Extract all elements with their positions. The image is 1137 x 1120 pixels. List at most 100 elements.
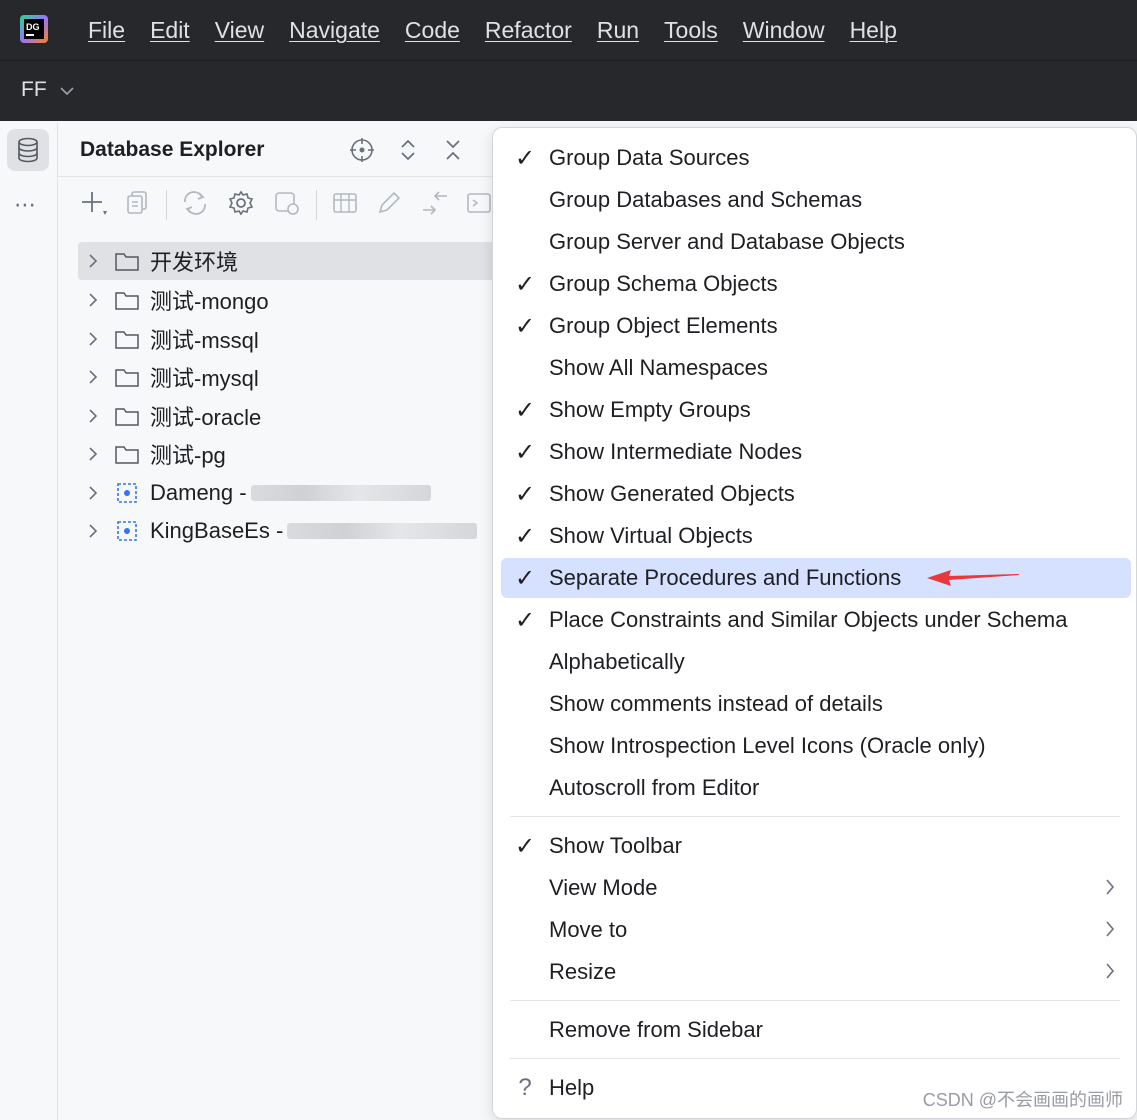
add-icon[interactable] [78, 188, 108, 218]
menu-window[interactable]: Window [743, 17, 825, 44]
refresh-icon[interactable] [180, 188, 210, 218]
tree-item-datasource[interactable]: KingBaseEs - [78, 512, 498, 550]
menu-item-group-object-elements[interactable]: ✓ Group Object Elements [501, 306, 1131, 346]
menu-item-label: Resize [549, 959, 617, 984]
redacted-text [250, 485, 431, 501]
console-icon[interactable] [464, 188, 494, 218]
tree-item-folder[interactable]: 测试-mongo [78, 281, 498, 319]
menu-item-group-databases-schemas[interactable]: Group Databases and Schemas [501, 180, 1131, 220]
menu-item-move-to[interactable]: Move to [501, 910, 1131, 950]
tree-item-folder[interactable]: 开发环境 [78, 242, 498, 280]
chevron-right-icon[interactable] [80, 331, 106, 347]
menu-item-label: Show Introspection Level Icons (Oracle o… [549, 733, 986, 758]
menu-item-label: Autoscroll from Editor [549, 775, 760, 800]
chevron-right-icon[interactable] [80, 523, 106, 539]
red-annotation-arrow-icon [927, 570, 1019, 586]
watermark: CSDN @不会画画的画师 [922, 1090, 1123, 1110]
menu-item-show-intermediate-nodes[interactable]: ✓ Show Intermediate Nodes [501, 432, 1131, 472]
menu-item-show-comments[interactable]: Show comments instead of details [501, 684, 1131, 724]
chevron-right-icon[interactable] [80, 369, 106, 385]
chevron-right-icon [1106, 963, 1115, 979]
folder-icon [112, 366, 142, 388]
menu-refactor[interactable]: Refactor [485, 17, 572, 44]
menu-item-show-generated-objects[interactable]: ✓ Show Generated Objects [501, 474, 1131, 514]
tree-item-label: 测试-mysql [150, 366, 259, 391]
chevron-right-icon[interactable] [80, 485, 106, 501]
toolbar-divider [166, 190, 167, 220]
menu-tools[interactable]: Tools [664, 17, 718, 44]
menu-item-show-introspection-icons[interactable]: Show Introspection Level Icons (Oracle o… [501, 726, 1131, 766]
panel-title: Database Explorer [80, 138, 265, 161]
folder-icon [112, 289, 142, 311]
tree-item-folder[interactable]: 测试-mssql [78, 320, 498, 358]
menu-item-group-schema-objects[interactable]: ✓ Group Schema Objects [501, 264, 1131, 304]
datagrip-logo-icon[interactable]: DG [20, 15, 48, 43]
disconnect-icon[interactable] [272, 188, 302, 218]
chevron-right-icon [1106, 879, 1115, 895]
menu-item-view-mode[interactable]: View Mode [501, 868, 1131, 908]
expand-collapse-icon[interactable] [394, 136, 422, 164]
chevron-down-icon[interactable] [60, 86, 74, 96]
checkmark-icon: ✓ [514, 438, 536, 466]
copy-icon[interactable] [122, 188, 152, 218]
menu-item-group-server-db-objects[interactable]: Group Server and Database Objects [501, 222, 1131, 262]
menu-item-label: Group Databases and Schemas [549, 187, 863, 212]
database-icon [18, 137, 38, 163]
folder-icon [112, 328, 142, 350]
chevron-right-icon[interactable] [80, 253, 106, 269]
help-icon: ? [518, 1074, 532, 1101]
menu-run[interactable]: Run [597, 17, 639, 44]
panel-header-divider [58, 176, 498, 177]
project-name[interactable]: FF [21, 78, 47, 102]
checkmark-icon: ✓ [514, 606, 536, 634]
toolbar-divider [316, 190, 317, 220]
menu-help[interactable]: Help [850, 17, 897, 44]
tree-item-folder[interactable]: 测试-mysql [78, 358, 498, 396]
menu-item-show-empty-groups[interactable]: ✓ Show Empty Groups [501, 390, 1131, 430]
menu-item-label: Group Data Sources [549, 145, 750, 170]
menu-item-separate-procedures-functions[interactable]: ✓ Separate Procedures and Functions [501, 558, 1131, 598]
menu-item-place-constraints[interactable]: ✓ Place Constraints and Similar Objects … [501, 600, 1131, 640]
crosshair-icon[interactable] [348, 136, 376, 164]
table-icon[interactable] [330, 188, 360, 218]
chevron-right-icon[interactable] [80, 292, 106, 308]
settings-icon[interactable] [226, 188, 256, 218]
menu-edit[interactable]: Edit [150, 17, 190, 44]
menu-item-autoscroll-from-editor[interactable]: Autoscroll from Editor [501, 768, 1131, 808]
chevron-right-icon [1106, 921, 1115, 937]
database-tool-button[interactable] [7, 129, 49, 171]
menu-item-label: Move to [549, 917, 628, 942]
menu-item-show-all-namespaces[interactable]: Show All Namespaces [501, 348, 1131, 388]
menu-item-resize[interactable]: Resize [501, 952, 1131, 992]
chevron-right-icon[interactable] [80, 446, 106, 462]
tree-item-label: 开发环境 [150, 250, 239, 275]
menu-item-show-toolbar[interactable]: ✓ Show Toolbar [501, 826, 1131, 866]
menu-view[interactable]: View [215, 17, 264, 44]
edit-icon[interactable] [374, 188, 404, 218]
checkmark-icon: ✓ [514, 480, 536, 508]
folder-icon [112, 405, 142, 427]
checkmark-icon: ✓ [514, 522, 536, 550]
menu-item-label: Show comments instead of details [549, 691, 883, 716]
main-menu-bar: DG File Edit View Navigate Code Refactor… [0, 0, 1137, 61]
menu-item-show-virtual-objects[interactable]: ✓ Show Virtual Objects [501, 516, 1131, 556]
logo-text: DG [26, 22, 40, 32]
menu-navigate[interactable]: Navigate [289, 17, 380, 44]
collapse-all-icon[interactable] [439, 136, 467, 164]
menu-item-label: Show Empty Groups [549, 397, 751, 422]
menu-item-label: Show All Namespaces [549, 355, 768, 380]
more-tools-icon[interactable]: ⋯ [14, 192, 37, 218]
menu-item-remove-from-sidebar[interactable]: Remove from Sidebar [501, 1010, 1131, 1050]
menu-file[interactable]: File [88, 17, 125, 44]
tree-item-folder[interactable]: 测试-oracle [78, 397, 498, 435]
tree-item-folder[interactable]: 测试-pg [78, 435, 498, 473]
compare-icon[interactable] [420, 188, 450, 218]
tree-item-datasource[interactable]: Dameng - [78, 474, 498, 512]
menu-code[interactable]: Code [405, 17, 460, 44]
menu-item-alphabetically[interactable]: Alphabetically [501, 642, 1131, 682]
checkmark-icon: ✓ [514, 144, 536, 172]
tree-item-label: Dameng - [150, 480, 247, 505]
menu-item-group-data-sources[interactable]: ✓ Group Data Sources [501, 138, 1131, 178]
checkmark-icon: ✓ [514, 312, 536, 340]
chevron-right-icon[interactable] [80, 408, 106, 424]
